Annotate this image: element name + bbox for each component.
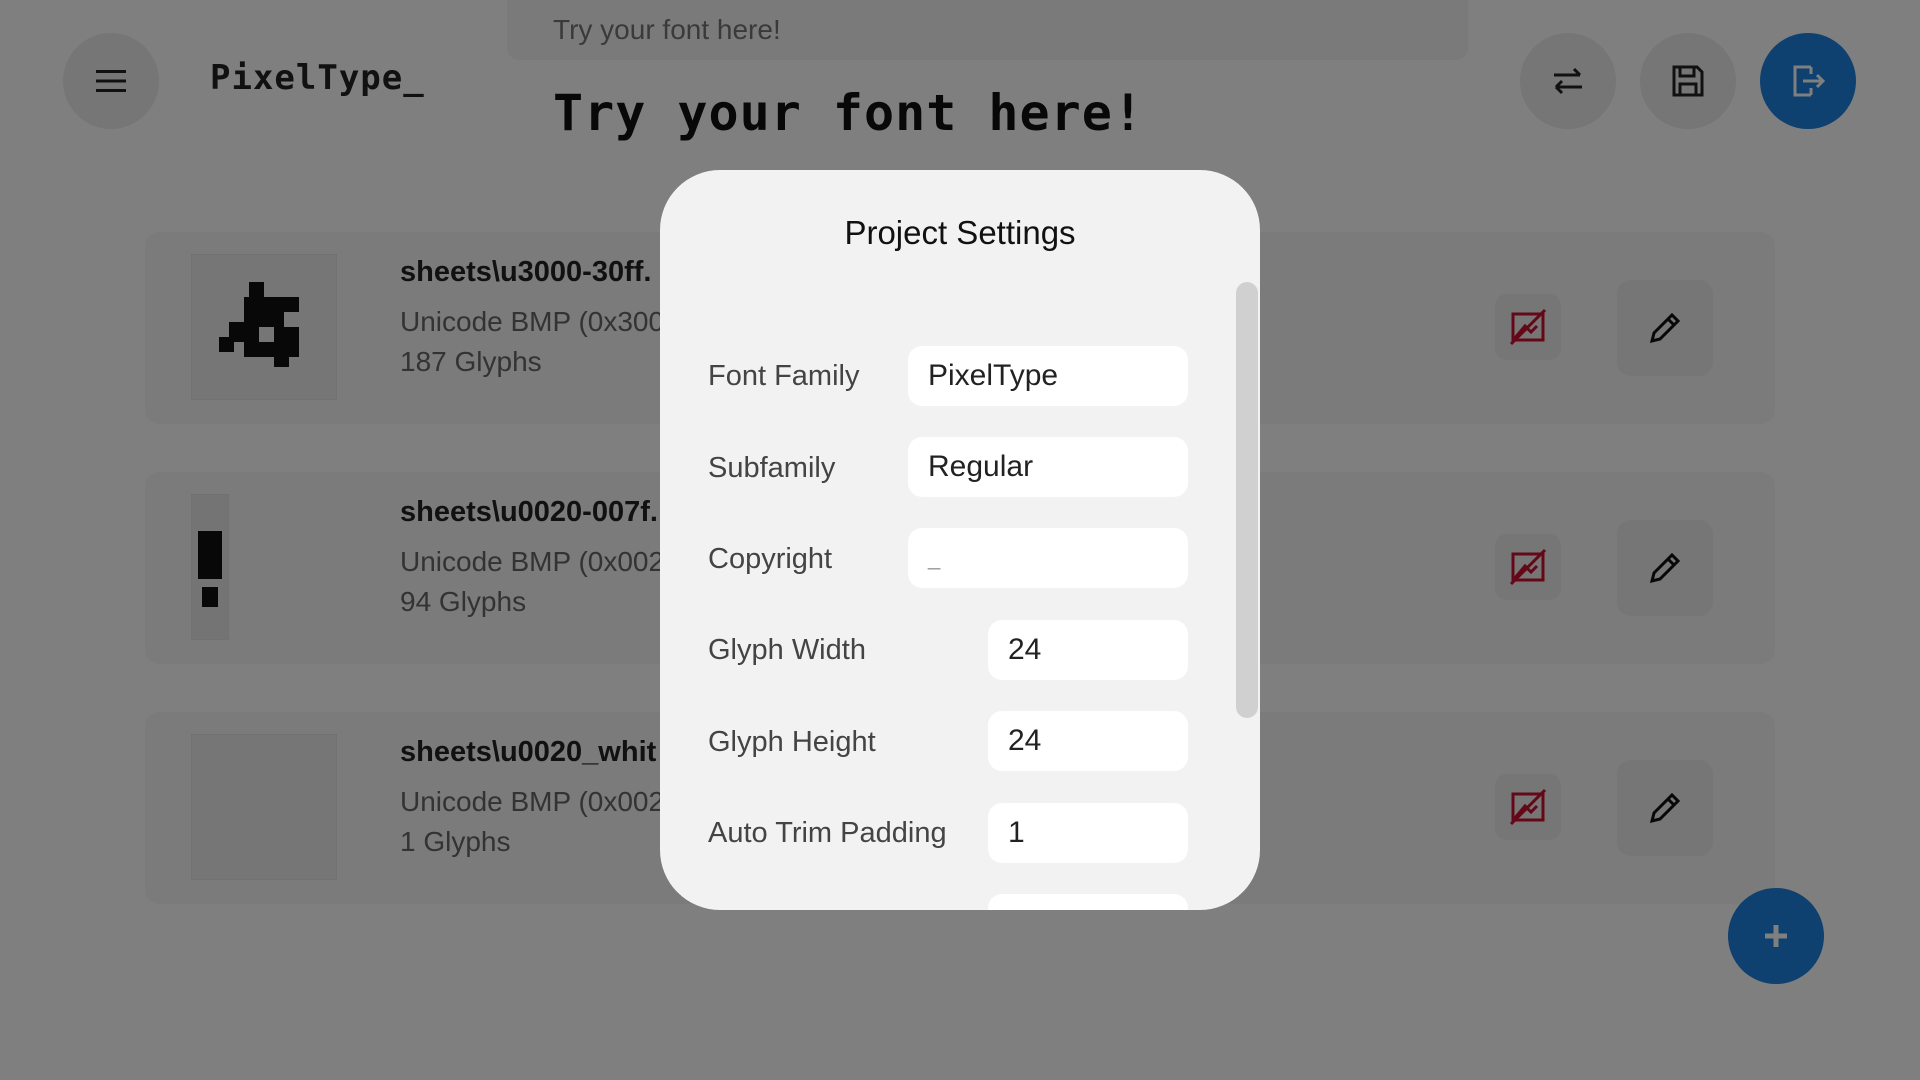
glyph-height-input[interactable]: 24: [988, 711, 1188, 771]
dialog-title: Project Settings: [844, 214, 1076, 251]
glyph-width-label: Glyph Width: [708, 634, 866, 666]
auto-trim-padding-label: Auto Trim Padding: [708, 817, 947, 849]
font-family-input[interactable]: PixelType: [908, 346, 1188, 406]
auto-trim-padding-input[interactable]: 1: [988, 803, 1188, 863]
subfamily-input[interactable]: Regular: [908, 437, 1188, 497]
project-settings-dialog: Project Settings Font Family PixelType S…: [660, 170, 1260, 910]
copyright-input[interactable]: _: [908, 528, 1188, 588]
dialog-scrollbar[interactable]: [1236, 282, 1258, 718]
next-field-input[interactable]: [988, 894, 1188, 910]
glyph-height-label: Glyph Height: [708, 726, 876, 758]
font-family-label: Font Family: [708, 360, 860, 392]
subfamily-label: Subfamily: [708, 452, 836, 484]
glyph-width-input[interactable]: 24: [988, 620, 1188, 680]
copyright-label: Copyright: [708, 543, 833, 575]
